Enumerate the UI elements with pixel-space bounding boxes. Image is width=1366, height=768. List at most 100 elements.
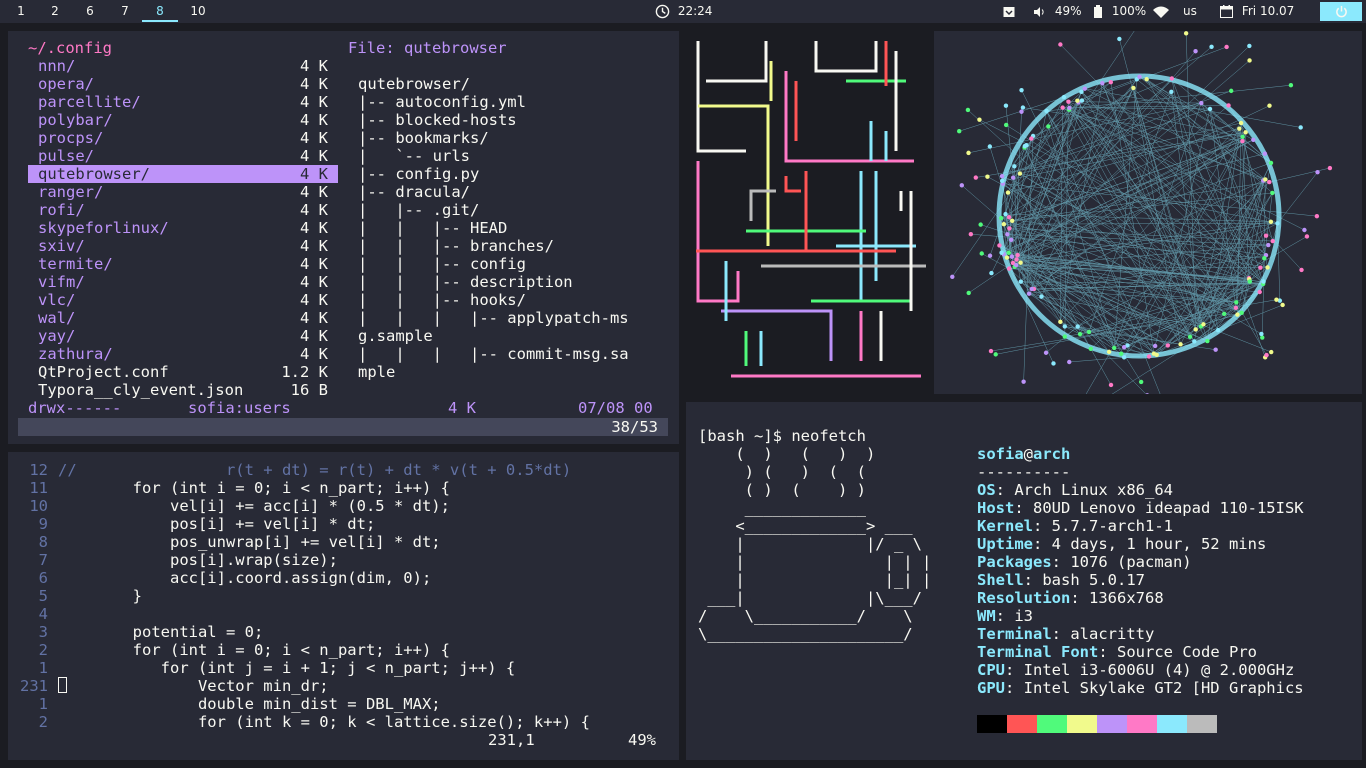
power-button[interactable]	[1320, 2, 1362, 21]
info-key: Host	[977, 499, 1015, 517]
file-size: 4 K	[300, 75, 328, 93]
preview-line: qutebrowser/	[358, 75, 470, 93]
info-row: WM: i3	[977, 607, 1033, 625]
info-row: Uptime: 4 days, 1 hour, 52 mins	[977, 535, 1266, 553]
file-entry[interactable]: pulse/4 K	[28, 147, 338, 165]
file-entry[interactable]: nnn/4 K	[28, 57, 338, 75]
file-size: 4 K	[300, 237, 328, 255]
file-name: qutebrowser/	[38, 165, 150, 183]
file-entry[interactable]: QtProject.conf 1.2 K	[28, 363, 338, 381]
clock[interactable]: 22:24	[655, 0, 712, 23]
info-row: Packages: 1076 (pacman)	[977, 553, 1192, 571]
preview-line: | |-- .git/	[358, 201, 480, 219]
workspace-6[interactable]: 6	[72, 0, 108, 20]
info-colon: :	[1005, 661, 1024, 679]
file-entry[interactable]: vifm/4 K	[28, 273, 338, 291]
file-size: 16 B	[290, 381, 328, 399]
preview-line: | | |-- HEAD	[358, 219, 508, 237]
graph-visualization-window[interactable]	[934, 31, 1362, 394]
code-text: pos_unwrap[i] += vel[i] * dt;	[58, 533, 441, 551]
info-row: OS: Arch Linux x86_64	[977, 481, 1173, 499]
code-line: 2 for (int k = 0; k < lattice.size(); k+…	[8, 713, 679, 731]
file-name: sxiv/	[38, 237, 85, 255]
code-text: for (int j = i + 1; j < n_part; j++) {	[58, 659, 516, 677]
file-size: 4 K	[300, 345, 328, 363]
code-line: 8 pos_unwrap[i] += vel[i] * dt;	[8, 533, 679, 551]
battery[interactable]: 100%	[1094, 0, 1146, 23]
file-entry[interactable]: Typora__cly_event.json 16 B	[28, 381, 338, 399]
file-entry[interactable]: opera/4 K	[28, 75, 338, 93]
clock-icon	[655, 4, 670, 19]
file-entry[interactable]: sxiv/4 K	[28, 237, 338, 255]
volume[interactable]: 49%	[1033, 0, 1082, 23]
file-entry[interactable]: wal/4 K	[28, 309, 338, 327]
file-entry[interactable]: yay/4 K	[28, 327, 338, 345]
terminal-window[interactable]: [bash ~]$ neofetch ( ) ( ) ) ) ( ) ( ( (…	[686, 402, 1362, 760]
counter-bar: 38/53	[18, 418, 668, 436]
ascii-line: <_____________> ___	[698, 517, 913, 535]
file-name: parcellite/	[38, 93, 141, 111]
file-name: zathura/	[38, 345, 113, 363]
info-colon: :	[1098, 643, 1117, 661]
keyboard-layout[interactable]: us	[1183, 0, 1197, 23]
info-key: GPU	[977, 679, 1005, 697]
file-entry[interactable]: procps/4 K	[28, 129, 338, 147]
info-value: 1076 (pacman)	[1070, 553, 1192, 571]
code-text: vel[i] += acc[i] * (0.5 * dt);	[58, 497, 450, 515]
info-key: Terminal Font	[977, 643, 1099, 661]
info-row: Resolution: 1366x768	[977, 589, 1164, 607]
file-entry[interactable]: zathura/4 K	[28, 345, 338, 363]
line-number: 5	[38, 587, 48, 605]
file-entry[interactable]: skypeforlinux/4 K	[28, 219, 338, 237]
network[interactable]	[1153, 0, 1169, 23]
code-line: 4	[8, 605, 679, 623]
preview-line: |-- dracula/	[358, 183, 470, 201]
info-colon: :	[1070, 589, 1089, 607]
code-line: 5 }	[8, 587, 679, 605]
wifi-icon	[1153, 6, 1169, 18]
code-text: pos[i].wrap(size);	[58, 551, 338, 569]
line-number: 8	[38, 533, 48, 551]
ascii-line: ) ( ) ( (	[698, 463, 866, 481]
file-entry[interactable]: qutebrowser/4 K	[28, 165, 338, 183]
info-row: CPU: Intel i3-6006U (4) @ 2.000GHz	[977, 661, 1294, 679]
file-manager-window[interactable]: ~/.config File: qutebrowser nnn/4 Kopera…	[8, 31, 679, 444]
line-number: 6	[38, 569, 48, 587]
workspace-8[interactable]: 8	[142, 0, 178, 22]
info-value: Intel Skylake GT2 [HD Graphics	[1023, 679, 1304, 697]
file-name: QtProject.conf	[38, 363, 169, 381]
code-text: for (int i = 0; i < n_part; i++) {	[58, 479, 450, 497]
file-entry[interactable]: rofi/4 K	[28, 201, 338, 219]
calendar-icon	[1220, 5, 1233, 18]
line-number: 11	[29, 479, 48, 497]
palette-swatch	[1067, 715, 1097, 733]
file-name: nnn/	[38, 57, 76, 75]
workspace-1[interactable]: 1	[3, 0, 39, 20]
palette-swatch	[1187, 715, 1217, 733]
info-row: Shell: bash 5.0.17	[977, 571, 1145, 589]
info-key: Shell	[977, 571, 1024, 589]
info-colon: :	[1033, 535, 1052, 553]
preview-title: File: qutebrowser	[348, 39, 507, 57]
pipes-window[interactable]	[686, 31, 926, 394]
ascii-line: _____________	[698, 499, 866, 517]
tray-icon[interactable]	[1003, 0, 1015, 23]
user-host: sofia@arch	[977, 445, 1070, 463]
workspace-10[interactable]: 10	[180, 0, 216, 20]
workspace-2[interactable]: 2	[37, 0, 73, 20]
code-line: 1 for (int j = i + 1; j < n_part; j++) {	[8, 659, 679, 677]
info-row: Kernel: 5.7.7-arch1-1	[977, 517, 1173, 535]
code-line: 10 vel[i] += acc[i] * (0.5 * dt);	[8, 497, 679, 515]
file-entry[interactable]: polybar/4 K	[28, 111, 338, 129]
info-colon: :	[1033, 517, 1052, 535]
file-entry[interactable]: termite/4 K	[28, 255, 338, 273]
vim-window[interactable]: 12// r(t + dt) = r(t) + dt * v(t + 0.5*d…	[8, 452, 679, 760]
code-text: Vector min_dr;	[58, 677, 329, 695]
preview-line: |-- config.py	[358, 165, 480, 183]
date[interactable]: Fri 10.07	[1220, 0, 1294, 23]
workspace-7[interactable]: 7	[107, 0, 143, 20]
file-entry[interactable]: ranger/4 K	[28, 183, 338, 201]
at-sign: @	[1023, 445, 1034, 463]
file-entry[interactable]: parcellite/4 K	[28, 93, 338, 111]
file-entry[interactable]: vlc/4 K	[28, 291, 338, 309]
